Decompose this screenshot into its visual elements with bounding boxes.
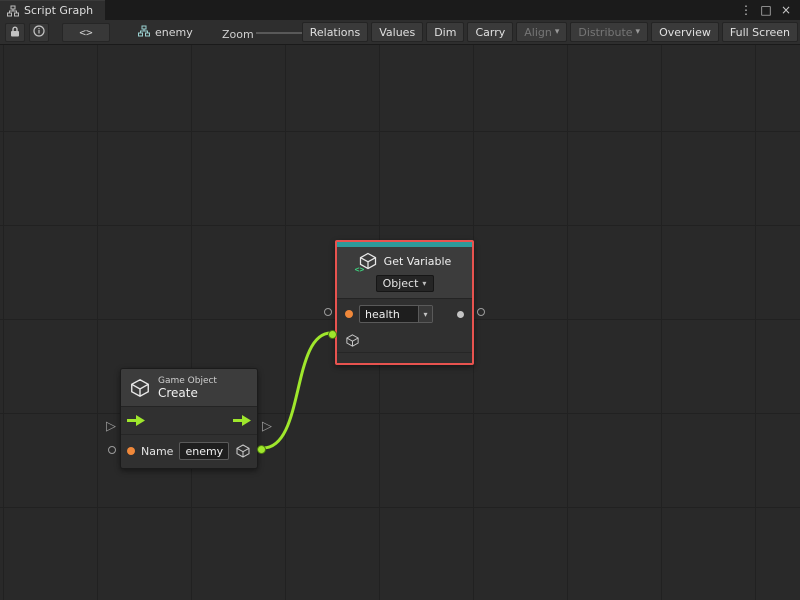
string-input-dot-icon[interactable] [127,447,135,455]
name-input-value: enemy [180,445,228,458]
graph-asset[interactable]: enemy [138,23,193,42]
get-variable-node[interactable]: <> Get Variable Object ▾ health ▾ [335,240,474,365]
get-variable-title: Get Variable [384,255,452,268]
variable-name-row: health ▾ [337,299,472,329]
flow-input-port[interactable]: ▷ [106,420,116,433]
lock-icon [10,26,20,40]
info-button[interactable] [29,23,49,42]
tab-title: Script Graph [24,4,93,17]
overview-label: Overview [659,26,711,39]
script-graph-window: Script Graph ⋮ □ × [0,0,800,600]
window-controls: ⋮ □ × [738,0,800,20]
chevron-down-icon: ▾ [555,27,560,37]
zoom-label: Zoom [222,28,254,41]
chevron-down-icon: ▾ [422,279,426,288]
values-button[interactable]: Values [371,22,423,42]
variable-name-value: health [360,308,418,321]
graph-toolbar: <> enemy Zoom 1x Relations [0,20,800,45]
graph-canvas[interactable]: Game Object Create [0,45,800,600]
string-input-dot-icon[interactable] [345,310,353,318]
variable-name-input[interactable]: health ▾ [359,305,433,323]
distribute-label: Distribute [578,26,632,39]
close-icon[interactable]: × [778,3,794,17]
distribute-button[interactable]: Distribute ▾ [570,22,648,42]
create-node-param-row: Name enemy [121,435,257,467]
flow-input-arrow-icon[interactable] [127,415,145,426]
variable-object-cube-icon: <> [358,251,378,271]
name-input[interactable]: enemy [179,442,229,460]
relations-button[interactable]: Relations [302,22,369,42]
titlebar: Script Graph ⋮ □ × [0,0,800,20]
get-variable-header[interactable]: <> Get Variable Object ▾ [337,247,472,299]
dim-button[interactable]: Dim [426,22,464,42]
script-graph-icon [7,5,19,17]
name-input-port[interactable] [108,446,116,454]
gameobject-output-port[interactable] [257,445,266,454]
overview-button[interactable]: Overview [651,22,719,42]
code-icon: <> [79,26,92,39]
variable-name-input-port[interactable] [324,308,332,316]
gameobject-input-row [337,329,472,353]
align-button[interactable]: Align ▾ [516,22,567,42]
create-node[interactable]: Game Object Create [120,368,258,469]
align-label: Align [524,26,552,39]
fullscreen-label: Full Screen [730,26,790,39]
graph-asset-icon [138,25,150,40]
value-output-port[interactable] [477,308,485,316]
variable-picker-caret-icon[interactable]: ▾ [418,306,432,322]
toolbar-buttons: Relations Values Dim Carry Align ▾ Distr… [302,22,798,42]
maximize-icon[interactable]: □ [758,3,774,17]
variable-scope-value: Object [383,277,419,290]
flow-output-arrow-icon[interactable] [233,415,251,426]
lock-button[interactable] [5,23,25,42]
gameobject-output-icon[interactable] [235,443,251,459]
flow-output-port[interactable]: ▷ [262,420,272,433]
fullscreen-button[interactable]: Full Screen [722,22,798,42]
gameobject-input-icon[interactable] [345,333,360,348]
tab-script-graph[interactable]: Script Graph [0,0,105,20]
code-view-button[interactable]: <> [62,23,110,42]
create-node-title: Create [158,386,217,400]
value-output-dot-icon[interactable] [457,311,464,318]
dim-label: Dim [434,26,456,39]
values-label: Values [379,26,415,39]
create-node-category: Game Object [158,376,217,386]
create-node-header[interactable]: Game Object Create [121,369,257,407]
carry-button[interactable]: Carry [467,22,513,42]
variable-scope-dropdown[interactable]: Object ▾ [376,275,434,292]
carry-label: Carry [475,26,505,39]
gameobject-input-port[interactable] [328,330,337,339]
info-icon [33,25,45,40]
graph-name-label: enemy [155,26,193,39]
code-badge-icon: <> [355,265,365,274]
chevron-down-icon: ▾ [636,27,641,37]
create-node-flow-row [121,407,257,435]
name-param-label: Name [141,445,173,458]
relations-label: Relations [310,26,361,39]
game-object-cube-icon [129,377,151,399]
menu-icon[interactable]: ⋮ [738,3,754,17]
